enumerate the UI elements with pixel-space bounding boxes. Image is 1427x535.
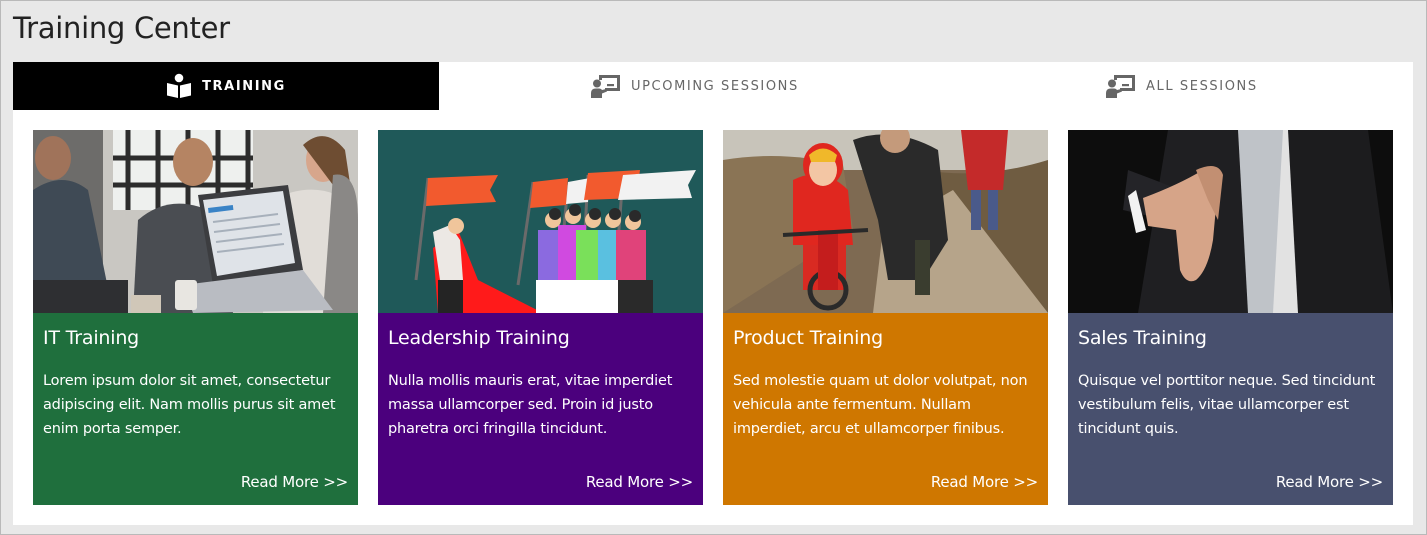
leader-with-flags-illustration	[378, 130, 703, 313]
tab-upcoming-sessions-label: UPCOMING SESSIONS	[631, 78, 799, 94]
card-sales-training[interactable]: Sales Training Quisque vel porttitor neq…	[1068, 130, 1393, 505]
presenter-board-icon	[1106, 74, 1136, 98]
presenter-board-icon	[591, 74, 621, 98]
read-more-link[interactable]: Read More >>	[1276, 473, 1383, 491]
tab-training-label: TRAINING	[202, 78, 286, 94]
tab-training[interactable]: TRAINING	[13, 62, 439, 110]
child-bicycle-photo	[723, 130, 1048, 313]
training-cards: IT Training Lorem ipsum dolor sit amet, …	[33, 130, 1393, 505]
card-body: Product Training Sed molestie quam ut do…	[723, 313, 1048, 505]
office-team-laptop-photo	[33, 130, 358, 313]
card-title: Product Training	[733, 327, 883, 349]
page-title: Training Center	[13, 11, 230, 45]
card-description: Sed molestie quam ut dolor volutpat, non…	[733, 373, 1028, 437]
tab-all-sessions[interactable]: ALL SESSIONS	[979, 62, 1413, 110]
training-panel: TRAINING UPCOMING SESSIONS ALL SESSIONS …	[13, 62, 1413, 525]
card-description: Lorem ipsum dolor sit amet, consectetur …	[43, 373, 336, 437]
card-body: Leadership Training Nulla mollis mauris …	[378, 313, 703, 505]
tab-bar: TRAINING UPCOMING SESSIONS ALL SESSIONS	[13, 62, 1413, 110]
tab-upcoming-sessions[interactable]: UPCOMING SESSIONS	[439, 62, 979, 110]
card-product-training[interactable]: Product Training Sed molestie quam ut do…	[723, 130, 1048, 505]
tab-all-sessions-label: ALL SESSIONS	[1146, 78, 1258, 94]
app-window: Training Center TRAINING UPCOMING SESSIO…	[0, 0, 1427, 535]
card-description: Nulla mollis mauris erat, vitae imperdie…	[388, 373, 673, 437]
card-description: Quisque vel porttitor neque. Sed tincidu…	[1078, 373, 1376, 437]
card-title: Leadership Training	[388, 327, 570, 349]
card-body: Sales Training Quisque vel porttitor neq…	[1068, 313, 1393, 505]
card-body: IT Training Lorem ipsum dolor sit amet, …	[33, 313, 358, 505]
card-leadership-training[interactable]: Leadership Training Nulla mollis mauris …	[378, 130, 703, 505]
card-title: IT Training	[43, 327, 140, 349]
handshake-offer-photo	[1068, 130, 1393, 313]
read-more-link[interactable]: Read More >>	[931, 473, 1038, 491]
book-reader-icon	[166, 73, 192, 99]
card-it-training[interactable]: IT Training Lorem ipsum dolor sit amet, …	[33, 130, 358, 505]
read-more-link[interactable]: Read More >>	[241, 473, 348, 491]
read-more-link[interactable]: Read More >>	[586, 473, 693, 491]
card-title: Sales Training	[1078, 327, 1207, 349]
